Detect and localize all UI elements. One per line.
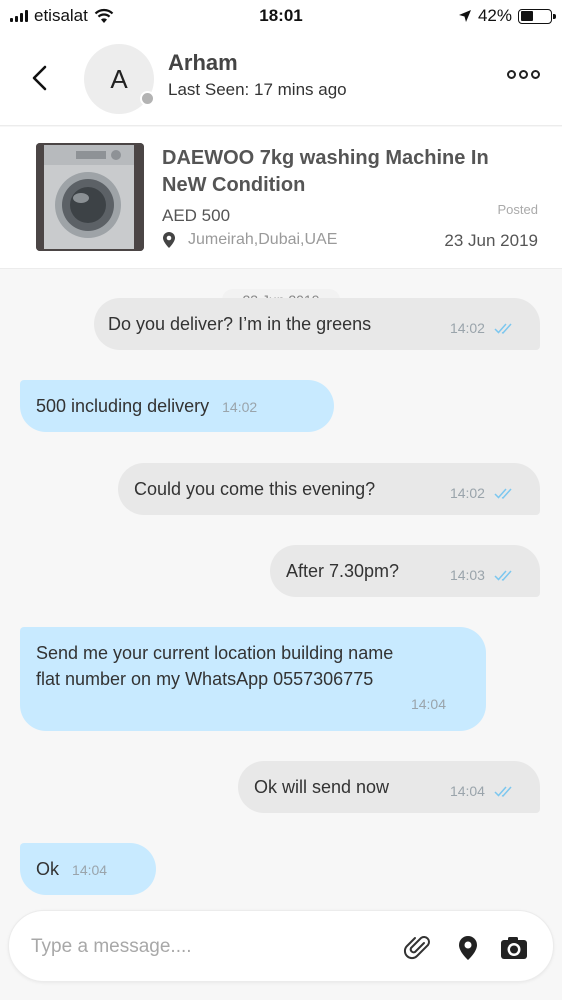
last-seen-status: Last Seen: 17 mins ago xyxy=(168,80,347,99)
message-time: 14:04 xyxy=(449,783,485,799)
read-check-icon xyxy=(494,786,512,798)
message-bubble-incoming[interactable]: Send me your current location building n… xyxy=(20,627,486,731)
message-text: Ok xyxy=(36,859,60,879)
avatar-initial: A xyxy=(110,63,128,94)
read-check-icon xyxy=(494,570,512,582)
message-text: Do you deliver? I’m in the greens xyxy=(108,314,372,334)
message-bubble-incoming[interactable]: Ok 14:04 xyxy=(20,843,156,895)
message-bubble-outgoing[interactable]: Do you deliver? I’m in the greens 14:02 xyxy=(94,298,540,350)
message-time: 14:02 xyxy=(222,399,258,415)
message-text: 500 including delivery xyxy=(36,396,210,416)
message-text: Ok will send now xyxy=(254,777,390,797)
status-left: etisalat xyxy=(10,6,114,26)
message-time: 14:04 xyxy=(72,862,108,878)
read-check-icon xyxy=(494,488,512,500)
message-time: 14:02 xyxy=(449,320,485,336)
message-composer xyxy=(8,910,554,982)
more-options-icon[interactable] xyxy=(507,70,540,79)
back-chevron-icon[interactable] xyxy=(28,64,52,92)
battery-fill xyxy=(520,11,533,21)
product-image[interactable] xyxy=(36,143,144,251)
paperclip-icon[interactable] xyxy=(403,933,433,963)
posted-label: Posted xyxy=(497,202,538,217)
read-check-icon xyxy=(494,323,512,335)
message-text: Could you come this evening? xyxy=(134,479,376,499)
wifi-icon xyxy=(94,8,114,23)
battery-icon xyxy=(518,8,556,24)
message-input[interactable] xyxy=(31,931,371,963)
location-pin-icon xyxy=(163,232,175,248)
message-bubble-incoming[interactable]: 500 including delivery 14:02 xyxy=(20,380,334,432)
chat-header: A Arham Last Seen: 17 mins ago xyxy=(0,32,562,126)
message-time: 14:02 xyxy=(449,485,485,501)
message-text: After 7.30pm? xyxy=(286,561,400,581)
message-time: 14:04 xyxy=(410,696,446,712)
message-text: Send me your current location building n… xyxy=(36,643,394,689)
product-price: AED 500 xyxy=(162,206,231,225)
location-row: Jumeirah,Dubai,UAE xyxy=(162,231,337,249)
message-time: 14:03 xyxy=(449,567,485,583)
battery-percent: 42% xyxy=(477,6,512,25)
contact-name[interactable]: Arham xyxy=(168,50,238,76)
location-pin-icon[interactable] xyxy=(453,933,483,963)
posted-date: 23 Jun 2019 xyxy=(444,231,538,250)
product-location: Jumeirah,Dubai,UAE xyxy=(188,231,338,248)
avatar[interactable]: A xyxy=(84,44,155,114)
message-bubble-outgoing[interactable]: After 7.30pm? 14:03 xyxy=(270,545,540,597)
cellular-signal-icon xyxy=(10,10,28,22)
message-bubble-outgoing[interactable]: Could you come this evening? 14:02 xyxy=(118,463,540,515)
carrier-name: etisalat xyxy=(34,6,88,25)
message-bubble-outgoing[interactable]: Ok will send now 14:04 xyxy=(238,761,540,813)
presence-dot xyxy=(140,91,155,106)
status-bar: etisalat 18:01 42% xyxy=(0,0,562,32)
location-arrow-icon xyxy=(458,10,471,22)
status-right: 42% xyxy=(458,6,556,26)
message-list[interactable]: 23 Jun 2019 Do you deliver? I’m in the g… xyxy=(0,269,562,909)
camera-icon[interactable] xyxy=(499,933,529,963)
product-title[interactable]: DAEWOO 7kg washing Machine In NeW Condit… xyxy=(162,145,532,199)
product-card[interactable]: DAEWOO 7kg washing Machine In NeW Condit… xyxy=(0,127,562,269)
